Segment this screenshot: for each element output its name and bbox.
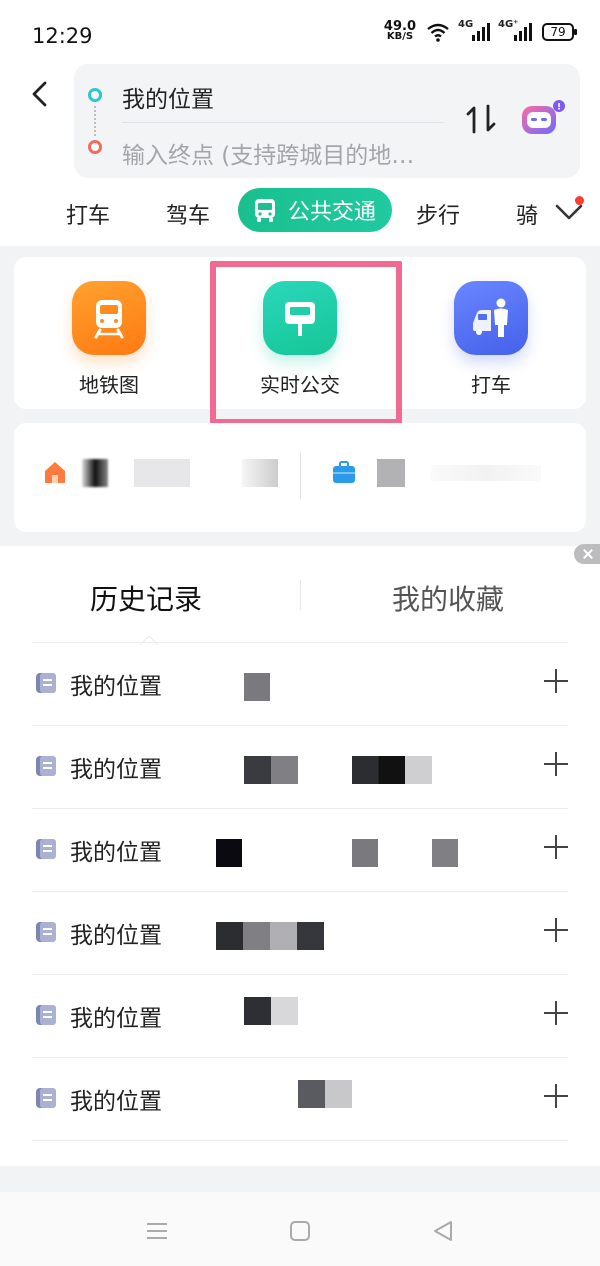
more-modes-button[interactable] bbox=[552, 196, 586, 226]
notification-dot bbox=[575, 196, 584, 205]
quick-entry-metro-map[interactable]: 地铁图 bbox=[29, 281, 189, 398]
history-item[interactable]: 我的位置 bbox=[32, 975, 568, 1058]
menu-icon[interactable] bbox=[144, 1218, 170, 1244]
history-sheet: 历史记录 我的收藏 我的位置 我的位置 我的位置 我的位置 我的位置 我的位置 bbox=[0, 544, 600, 1166]
battery-icon: 79 bbox=[542, 23, 577, 41]
history-origin: 我的位置 bbox=[70, 1089, 162, 1115]
destination-input[interactable]: 输入终点 (支持跨城目的地… bbox=[122, 136, 414, 170]
history-origin: 我的位置 bbox=[70, 757, 162, 783]
cell-signal-1-icon: 4G bbox=[458, 19, 490, 41]
metro-icon bbox=[72, 281, 146, 355]
route-record-icon bbox=[36, 1005, 56, 1025]
tab-walk[interactable]: 步行 bbox=[416, 198, 460, 230]
travel-mode-tabs: 打车 驾车 公共交通 步行 骑 bbox=[0, 184, 600, 240]
home-icon bbox=[45, 462, 65, 483]
history-item[interactable]: 我的位置 bbox=[32, 726, 568, 809]
bus-icon bbox=[255, 199, 275, 222]
redacted-home-address bbox=[82, 459, 108, 487]
plus-icon[interactable] bbox=[544, 835, 568, 859]
route-input-box: 我的位置 输入终点 (支持跨城目的地… ! bbox=[74, 64, 580, 178]
redacted-destination bbox=[298, 1080, 352, 1108]
route-record-icon bbox=[36, 1088, 56, 1108]
work-shortcut[interactable] bbox=[301, 423, 586, 532]
wifi-icon bbox=[427, 23, 449, 42]
close-icon[interactable] bbox=[574, 544, 600, 564]
tab-public-transit[interactable]: 公共交通 bbox=[238, 188, 393, 232]
route-record-icon bbox=[36, 922, 56, 942]
route-header: 我的位置 输入终点 (支持跨城目的地… ! 打车 驾车 公共交通 步行 骑 bbox=[0, 60, 600, 246]
bus-stop-icon bbox=[263, 281, 337, 355]
tab-drive[interactable]: 驾车 bbox=[166, 198, 210, 230]
route-record-icon bbox=[36, 756, 56, 776]
taxi-icon bbox=[454, 281, 528, 355]
redacted-destination bbox=[244, 756, 298, 784]
end-point-icon bbox=[88, 140, 102, 154]
network-speed-unit: KB/S bbox=[386, 31, 414, 42]
route-record-icon bbox=[36, 839, 56, 859]
cell-signal-2-icon: 4G⁺ bbox=[498, 19, 532, 41]
status-time: 12:29 bbox=[32, 24, 93, 48]
history-origin: 我的位置 bbox=[70, 840, 162, 866]
home-shortcut[interactable] bbox=[14, 423, 300, 532]
history-origin: 我的位置 bbox=[70, 1006, 162, 1032]
system-navigation-bar bbox=[0, 1192, 600, 1266]
route-connector bbox=[94, 106, 96, 136]
route-divider bbox=[122, 122, 444, 123]
quick-entry-taxi-label: 打车 bbox=[471, 373, 511, 397]
plus-icon[interactable] bbox=[544, 1084, 568, 1108]
svg-text:!: ! bbox=[557, 103, 561, 113]
redacted-work-address bbox=[431, 465, 541, 481]
plus-icon[interactable] bbox=[544, 918, 568, 942]
start-input[interactable]: 我的位置 bbox=[122, 80, 214, 114]
redacted-destination bbox=[216, 922, 324, 950]
redacted-work-address bbox=[377, 459, 405, 487]
quick-entry-realtime-bus-label: 实时公交 bbox=[260, 373, 340, 397]
tab-ride[interactable]: 骑 bbox=[516, 198, 538, 230]
history-item[interactable]: 我的位置 bbox=[32, 892, 568, 975]
plus-icon[interactable] bbox=[544, 1001, 568, 1025]
tab-public-transit-label: 公共交通 bbox=[288, 200, 377, 225]
cell-signal-1-label: 4G bbox=[458, 19, 474, 30]
back-triangle-icon[interactable] bbox=[430, 1218, 456, 1244]
quick-entry-realtime-bus[interactable]: 实时公交 bbox=[220, 281, 380, 398]
history-item[interactable]: 我的位置 bbox=[32, 643, 568, 726]
network-speed: 49.0 KB/S bbox=[384, 20, 416, 42]
briefcase-icon bbox=[333, 461, 355, 483]
swap-route-icon[interactable] bbox=[464, 102, 498, 136]
redacted-home-address bbox=[134, 459, 190, 487]
tab-favorites[interactable]: 我的收藏 bbox=[392, 578, 504, 618]
redacted-destination bbox=[432, 839, 458, 867]
redacted-destination bbox=[352, 756, 432, 784]
quick-entry-taxi[interactable]: 打车 bbox=[411, 281, 571, 398]
redacted-destination bbox=[244, 997, 298, 1025]
cell-signal-2-label: 4G⁺ bbox=[498, 19, 519, 30]
quick-entry-metro-map-label: 地铁图 bbox=[79, 373, 139, 397]
redacted-destination bbox=[216, 839, 242, 867]
tab-taxi[interactable]: 打车 bbox=[66, 198, 110, 230]
start-point-icon bbox=[88, 88, 102, 102]
status-icons: 49.0 KB/S 4G 4G⁺ 79 bbox=[384, 19, 577, 42]
redacted-destination bbox=[352, 839, 378, 867]
home-button-icon[interactable] bbox=[287, 1218, 313, 1244]
back-arrow-icon[interactable] bbox=[24, 78, 56, 110]
plus-icon[interactable] bbox=[544, 752, 568, 776]
route-record-icon bbox=[36, 673, 56, 693]
history-item[interactable]: 我的位置 bbox=[32, 809, 568, 892]
tab-history[interactable]: 历史记录 bbox=[90, 578, 202, 618]
quick-entry-card: 地铁图 实时公交 打车 bbox=[14, 257, 586, 409]
plus-icon[interactable] bbox=[544, 669, 568, 693]
voice-assistant-icon[interactable]: ! bbox=[518, 98, 566, 138]
home-work-card bbox=[14, 423, 586, 532]
tab-separator bbox=[300, 580, 301, 610]
history-item[interactable]: 我的位置 bbox=[32, 1058, 568, 1141]
history-origin: 我的位置 bbox=[70, 923, 162, 949]
history-origin: 我的位置 bbox=[70, 674, 162, 700]
redacted-destination bbox=[244, 673, 270, 701]
redacted-home-address bbox=[242, 459, 278, 487]
